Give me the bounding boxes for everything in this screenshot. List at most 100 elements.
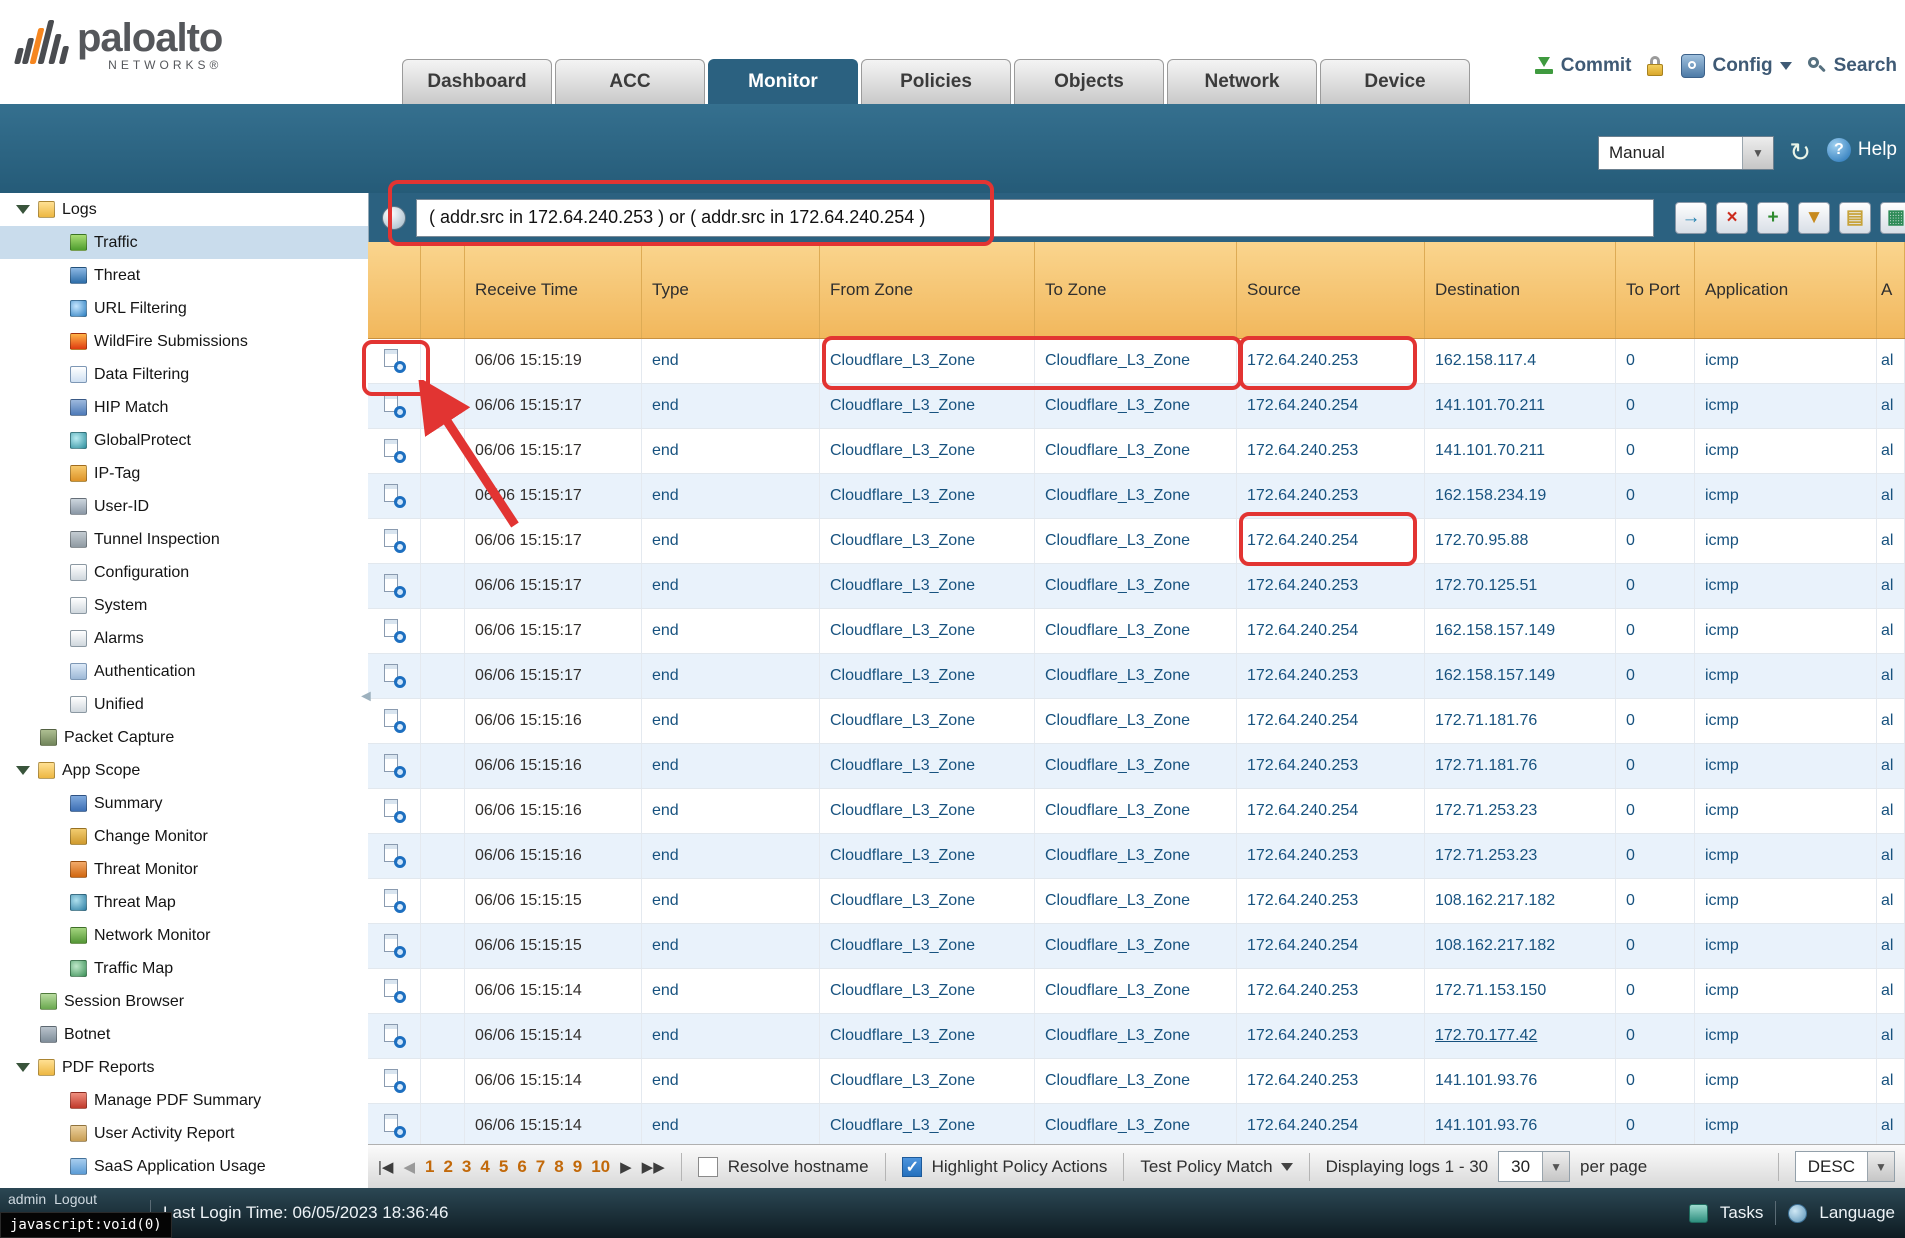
cell-application[interactable]: icmp [1695, 1014, 1877, 1058]
sidebar-item-globalprotect[interactable]: GlobalProtect [0, 424, 368, 457]
cell-receive-time[interactable]: 06/06 15:15:15 [465, 924, 642, 968]
log-row[interactable]: 06/06 15:15:15endCloudflare_L3_ZoneCloud… [368, 924, 1905, 969]
language-button[interactable]: Language [1819, 1203, 1895, 1223]
cell-type[interactable]: end [642, 519, 820, 563]
cell-to-port[interactable]: 0 [1616, 1104, 1695, 1144]
cell-source[interactable]: 172.64.240.253 [1237, 1059, 1425, 1103]
cell-receive-time[interactable]: 06/06 15:15:17 [465, 429, 642, 473]
cell-source[interactable]: 172.64.240.253 [1237, 744, 1425, 788]
first-page-button[interactable]: |◀ [378, 1158, 393, 1176]
cell-to-zone[interactable]: Cloudflare_L3_Zone [1035, 924, 1237, 968]
cell-receive-time[interactable]: 06/06 15:15:14 [465, 1014, 642, 1058]
cell-to-port[interactable]: 0 [1616, 1059, 1695, 1103]
cell-action[interactable]: al [1877, 699, 1905, 743]
admin-user-label[interactable]: admin [8, 1191, 46, 1207]
log-detail-icon[interactable] [382, 979, 406, 1003]
sidebar-item-traffic-map[interactable]: Traffic Map [0, 952, 368, 985]
cell-application[interactable]: icmp [1695, 654, 1877, 698]
cell-type[interactable]: end [642, 699, 820, 743]
cell-type[interactable]: end [642, 969, 820, 1013]
refresh-icon[interactable]: ↻ [1789, 138, 1811, 166]
refresh-mode-select[interactable]: Manual ▼ [1598, 136, 1774, 170]
log-detail-icon[interactable] [382, 754, 406, 778]
log-detail-icon[interactable] [382, 889, 406, 913]
cell-destination[interactable]: 162.158.157.149 [1425, 654, 1616, 698]
cell-action[interactable]: al [1877, 879, 1905, 923]
log-row[interactable]: 06/06 15:15:17endCloudflare_L3_ZoneCloud… [368, 519, 1905, 564]
sidebar-item-traffic[interactable]: Traffic [0, 226, 368, 259]
cell-source[interactable]: 172.64.240.253 [1237, 834, 1425, 878]
cell-from-zone[interactable]: Cloudflare_L3_Zone [820, 519, 1035, 563]
cell-application[interactable]: icmp [1695, 1059, 1877, 1103]
cell-action[interactable]: al [1877, 834, 1905, 878]
cell-to-zone[interactable]: Cloudflare_L3_Zone [1035, 879, 1237, 923]
cell-receive-time[interactable]: 06/06 15:15:15 [465, 879, 642, 923]
cell-application[interactable]: icmp [1695, 789, 1877, 833]
log-detail-cell[interactable] [368, 609, 421, 653]
cell-application[interactable]: icmp [1695, 699, 1877, 743]
sidebar-item-botnet[interactable]: Botnet [0, 1018, 368, 1051]
cell-from-zone[interactable]: Cloudflare_L3_Zone [820, 474, 1035, 518]
cell-type[interactable]: end [642, 1059, 820, 1103]
cell-to-port[interactable]: 0 [1616, 834, 1695, 878]
cell-receive-time[interactable]: 06/06 15:15:17 [465, 384, 642, 428]
cell-application[interactable]: icmp [1695, 834, 1877, 878]
cell-from-zone[interactable]: Cloudflare_L3_Zone [820, 699, 1035, 743]
sidebar-item-session-browser[interactable]: Session Browser [0, 985, 368, 1018]
cell-receive-time[interactable]: 06/06 15:15:17 [465, 654, 642, 698]
log-detail-cell[interactable] [368, 969, 421, 1013]
cell-to-zone[interactable]: Cloudflare_L3_Zone [1035, 1104, 1237, 1144]
cell-to-zone[interactable]: Cloudflare_L3_Zone [1035, 744, 1237, 788]
tab-monitor[interactable]: Monitor [708, 59, 858, 104]
page-1[interactable]: 1 [425, 1157, 434, 1177]
cell-application[interactable]: icmp [1695, 969, 1877, 1013]
cell-to-zone[interactable]: Cloudflare_L3_Zone [1035, 474, 1237, 518]
test-policy-match-button[interactable]: Test Policy Match [1140, 1157, 1292, 1177]
cell-destination[interactable]: 172.70.95.88 [1425, 519, 1616, 563]
chevron-down-icon[interactable]: ▼ [1742, 137, 1773, 169]
sidebar-item-system[interactable]: System [0, 589, 368, 622]
cell-action[interactable]: al [1877, 474, 1905, 518]
log-detail-cell[interactable] [368, 654, 421, 698]
log-row[interactable]: 06/06 15:15:14endCloudflare_L3_ZoneCloud… [368, 1014, 1905, 1059]
cell-action[interactable]: al [1877, 744, 1905, 788]
cell-action[interactable]: al [1877, 1059, 1905, 1103]
cell-to-port[interactable]: 0 [1616, 339, 1695, 383]
cell-destination[interactable]: 108.162.217.182 [1425, 924, 1616, 968]
log-row[interactable]: 06/06 15:15:16endCloudflare_L3_ZoneCloud… [368, 744, 1905, 789]
cell-to-port[interactable]: 0 [1616, 429, 1695, 473]
tab-device[interactable]: Device [1320, 59, 1470, 104]
cell-action[interactable]: al [1877, 519, 1905, 563]
log-detail-icon[interactable] [382, 619, 406, 643]
sidebar-item-threat[interactable]: Threat [0, 259, 368, 292]
sidebar-item-manage-pdf-summary[interactable]: Manage PDF Summary [0, 1084, 368, 1117]
cell-action[interactable]: al [1877, 789, 1905, 833]
cell-destination[interactable]: 172.71.181.76 [1425, 744, 1616, 788]
next-page-button[interactable]: ▶ [620, 1158, 632, 1176]
cell-to-port[interactable]: 0 [1616, 969, 1695, 1013]
cell-to-zone[interactable]: Cloudflare_L3_Zone [1035, 564, 1237, 608]
cell-type[interactable]: end [642, 1014, 820, 1058]
sidebar-item-packet-capture[interactable]: Packet Capture [0, 721, 368, 754]
log-row[interactable]: 06/06 15:15:17endCloudflare_L3_ZoneCloud… [368, 654, 1905, 699]
log-detail-cell[interactable] [368, 339, 421, 383]
cell-source[interactable]: 172.64.240.254 [1237, 699, 1425, 743]
sidebar-item-configuration[interactable]: Configuration [0, 556, 368, 589]
sidebar-item-data-filtering[interactable]: Data Filtering [0, 358, 368, 391]
sidebar-item-url-filtering[interactable]: URL Filtering [0, 292, 368, 325]
page-7[interactable]: 7 [536, 1157, 545, 1177]
cell-from-zone[interactable]: Cloudflare_L3_Zone [820, 1059, 1035, 1103]
cell-destination[interactable]: 162.158.234.19 [1425, 474, 1616, 518]
cell-source[interactable]: 172.64.240.253 [1237, 474, 1425, 518]
per-page-select[interactable]: 30 ▼ [1498, 1151, 1570, 1182]
cell-application[interactable]: icmp [1695, 1104, 1877, 1144]
log-row[interactable]: 06/06 15:15:17endCloudflare_L3_ZoneCloud… [368, 609, 1905, 654]
cell-to-zone[interactable]: Cloudflare_L3_Zone [1035, 789, 1237, 833]
page-6[interactable]: 6 [517, 1157, 526, 1177]
expand-arrow-icon[interactable] [16, 205, 30, 214]
cell-to-zone[interactable]: Cloudflare_L3_Zone [1035, 834, 1237, 878]
cell-source[interactable]: 172.64.240.254 [1237, 1104, 1425, 1144]
cell-type[interactable]: end [642, 834, 820, 878]
cell-source[interactable]: 172.64.240.254 [1237, 384, 1425, 428]
log-detail-cell[interactable] [368, 474, 421, 518]
